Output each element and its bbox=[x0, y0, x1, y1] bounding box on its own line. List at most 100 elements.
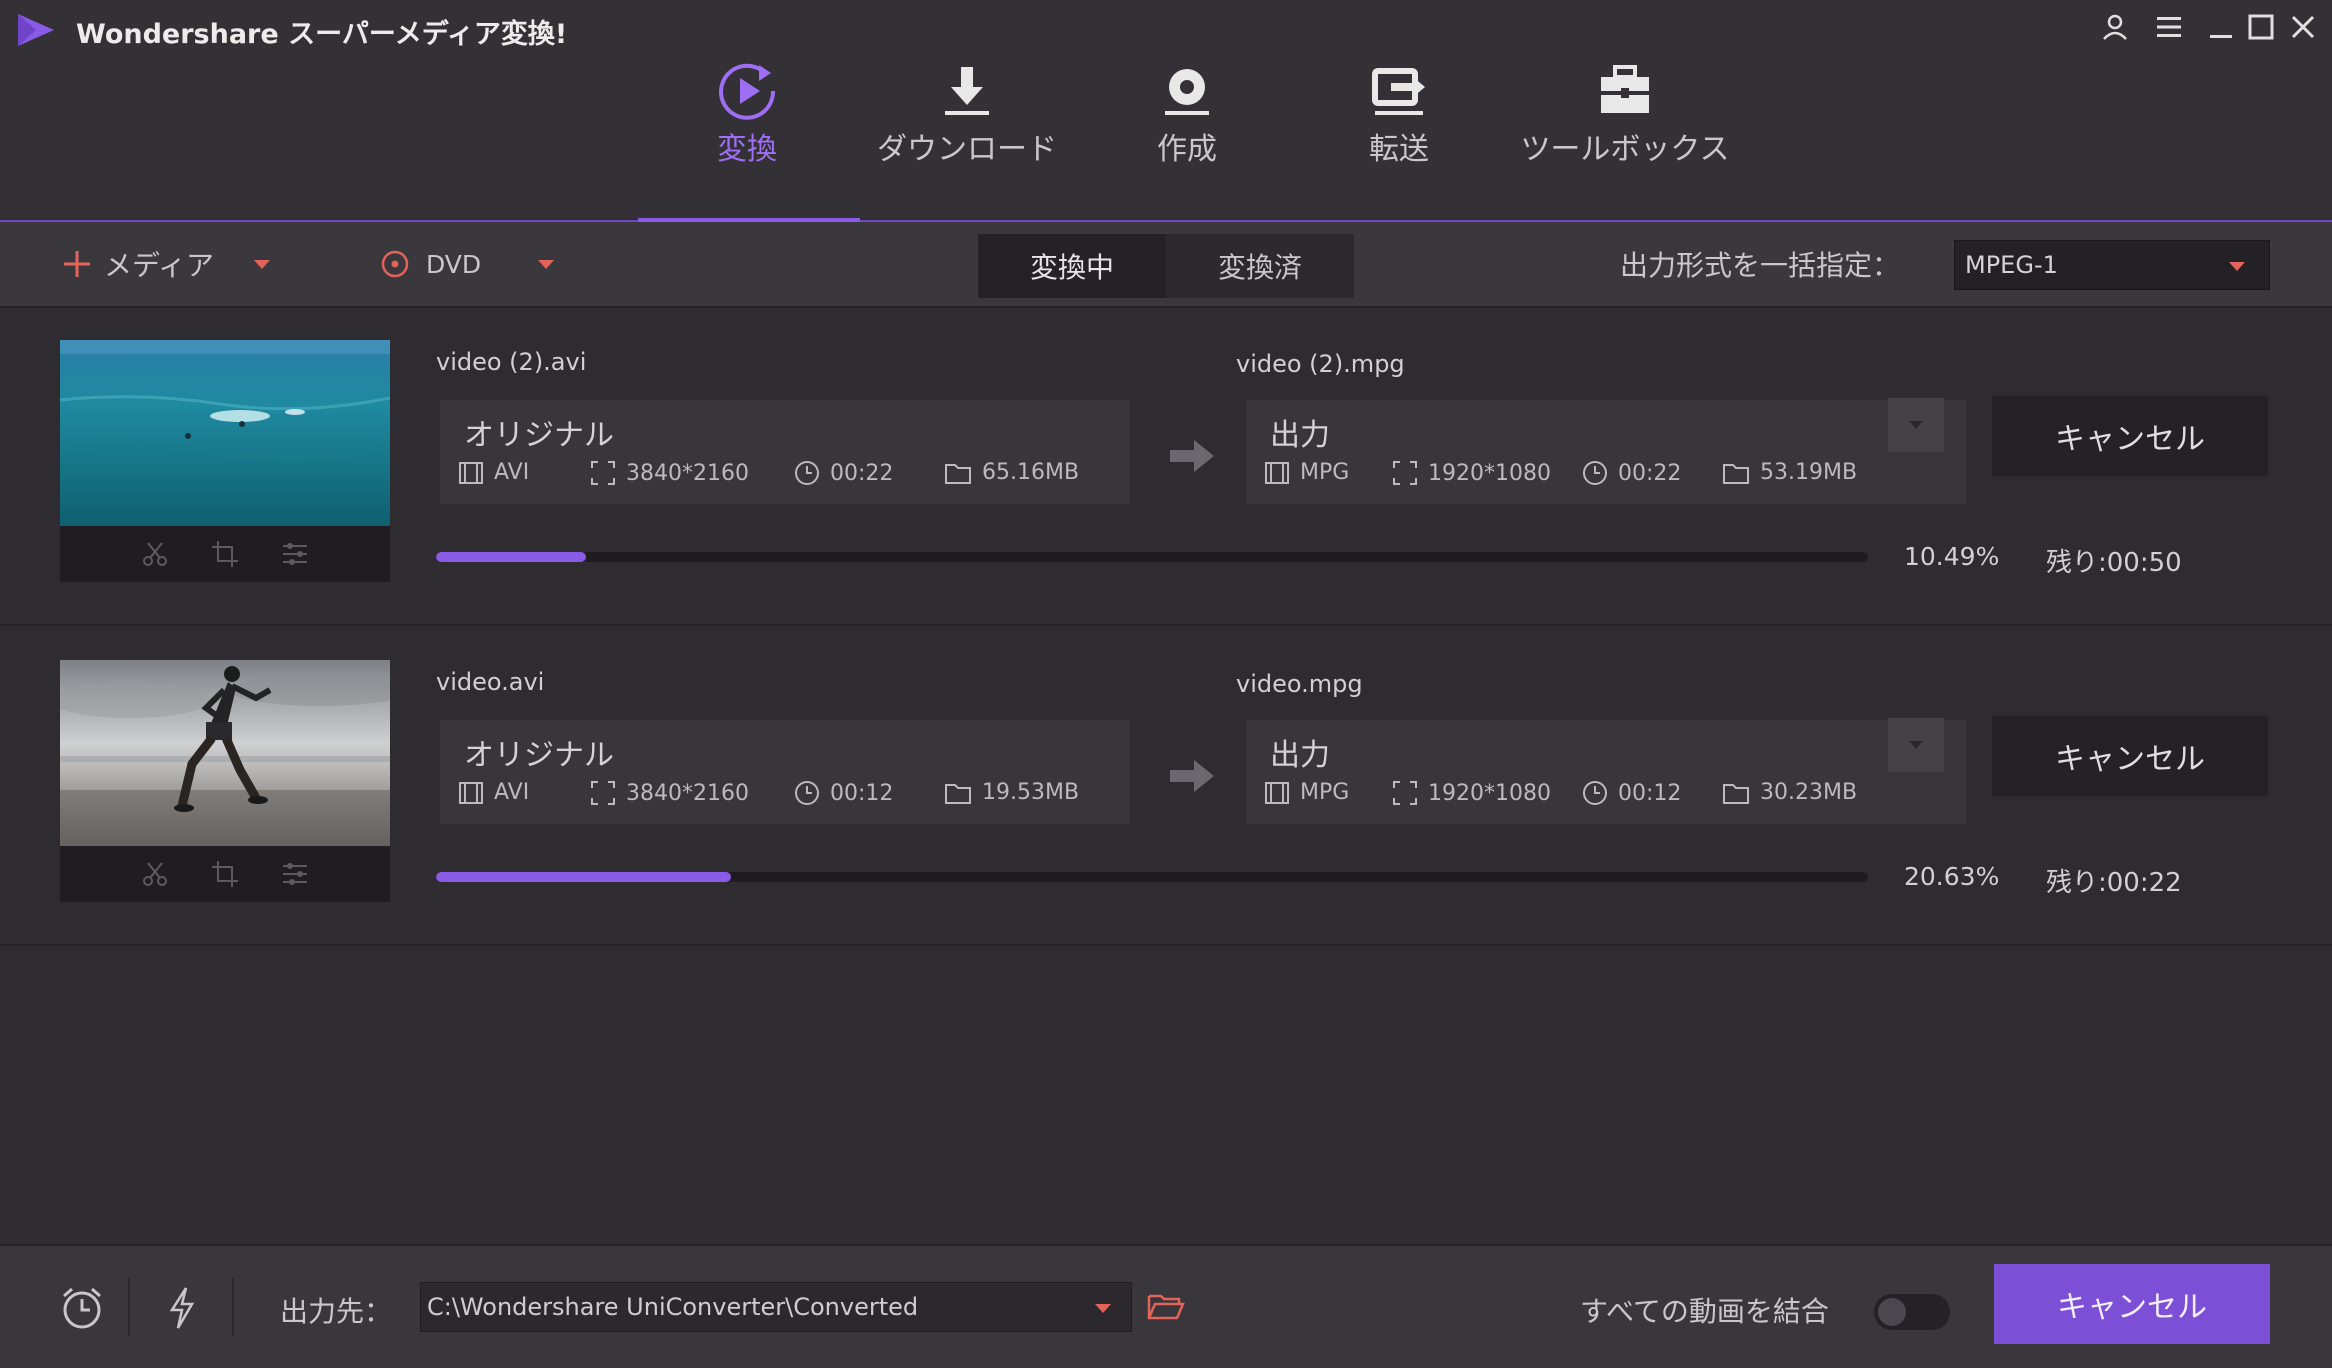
conversion-item: video.avi video.mpg オリジナル AVI 3840*2160 … bbox=[0, 626, 2332, 946]
account-icon[interactable] bbox=[2094, 6, 2136, 48]
effects-icon[interactable] bbox=[280, 539, 310, 569]
progress-percent: 20.63% bbox=[1904, 862, 2000, 891]
clock-icon bbox=[795, 781, 819, 805]
source-info: オリジナル AVI 3840*2160 00:22 65.16MB bbox=[440, 400, 1130, 504]
cancel-all-button[interactable]: キャンセル bbox=[1994, 1264, 2270, 1344]
video-thumbnail[interactable] bbox=[60, 340, 390, 526]
add-media-label: メディア bbox=[104, 249, 215, 282]
folder-icon bbox=[945, 783, 971, 804]
disc-icon bbox=[381, 250, 409, 278]
output-info-header: 出力 bbox=[1270, 738, 1330, 773]
output-path-field[interactable]: C:\Wondershare UniConverter\Converted bbox=[420, 1282, 1132, 1332]
trim-icon[interactable] bbox=[140, 539, 170, 569]
output-duration: 00:12 bbox=[1618, 780, 1682, 806]
progress-bar bbox=[436, 552, 1868, 562]
open-folder-icon[interactable] bbox=[1146, 1286, 1186, 1326]
output-path-value: C:\Wondershare UniConverter\Converted bbox=[427, 1293, 919, 1321]
film-icon bbox=[459, 461, 483, 484]
format-label-text: 出力形式を一括指定： bbox=[1620, 249, 1901, 282]
format-meta: MPG bbox=[1264, 780, 1349, 805]
maximize-icon[interactable] bbox=[2240, 6, 2282, 48]
progress-bar bbox=[436, 872, 1868, 882]
tab-converted[interactable]: 変換済 bbox=[1166, 234, 1354, 298]
tab-converting[interactable]: 変換中 bbox=[978, 234, 1166, 298]
output-resolution: 1920*1080 bbox=[1428, 460, 1551, 486]
progress-fill bbox=[436, 552, 587, 562]
cancel-button[interactable]: キャンセル bbox=[1992, 396, 2268, 476]
dvd-dropdown[interactable] bbox=[538, 222, 554, 306]
tab-transfer[interactable]: 転送 bbox=[1284, 58, 1514, 168]
source-size: 19.53MB bbox=[982, 780, 1080, 805]
minimize-icon[interactable] bbox=[2200, 6, 2242, 48]
app-title: Wondershare スーパーメディア変換! bbox=[76, 19, 568, 50]
schedule-icon[interactable] bbox=[58, 1284, 106, 1332]
add-media-dropdown[interactable] bbox=[254, 222, 270, 306]
status-segmented-control: 変換中 変換済 bbox=[978, 234, 1354, 298]
arrow-right-icon bbox=[1168, 436, 1216, 476]
convert-icon bbox=[715, 58, 779, 124]
clock-icon bbox=[1583, 461, 1607, 485]
high-speed-icon[interactable] bbox=[166, 1286, 198, 1330]
film-icon bbox=[1265, 461, 1289, 484]
format-meta: AVI bbox=[458, 460, 529, 485]
output-duration: 00:22 bbox=[1618, 460, 1682, 486]
progress-fill bbox=[436, 872, 732, 882]
cancel-button[interactable]: キャンセル bbox=[1992, 716, 2268, 796]
folder-icon bbox=[1723, 783, 1749, 804]
source-filename: video (2).avi bbox=[436, 348, 587, 376]
thumbnail-tools bbox=[60, 846, 390, 902]
folder-icon bbox=[945, 463, 971, 484]
effects-icon[interactable] bbox=[280, 859, 310, 889]
burn-icon bbox=[1159, 58, 1215, 124]
source-duration: 00:12 bbox=[830, 780, 894, 806]
dvd-button[interactable]: DVD bbox=[380, 222, 481, 306]
tab-download[interactable]: ダウンロード bbox=[852, 58, 1082, 168]
time-remaining: 残り:00:22 bbox=[2046, 868, 2182, 898]
plus-icon bbox=[64, 251, 90, 277]
conversion-item: video (2).avi video (2).mpg オリジナル AVI 38… bbox=[0, 306, 2332, 626]
video-thumbnail[interactable] bbox=[60, 660, 390, 846]
source-info: オリジナル AVI 3840*2160 00:12 19.53MB bbox=[440, 720, 1130, 824]
thumbnail-tools bbox=[60, 526, 390, 582]
merge-all-toggle[interactable] bbox=[1874, 1294, 1950, 1330]
chevron-down-icon bbox=[2229, 262, 2245, 271]
tab-label: 変換 bbox=[717, 132, 777, 167]
output-resolution: 1920*1080 bbox=[1428, 780, 1551, 806]
tab-label: 作成 bbox=[1157, 132, 1217, 167]
trim-icon[interactable] bbox=[140, 859, 170, 889]
add-media-button[interactable]: メディア bbox=[60, 222, 214, 306]
source-info-header: オリジナル bbox=[464, 418, 614, 453]
source-size: 65.16MB bbox=[982, 460, 1080, 485]
duration-meta: 00:22 bbox=[794, 460, 893, 486]
output-filename: video.mpg bbox=[1236, 670, 1363, 698]
time-remaining: 残り:00:50 bbox=[2046, 548, 2182, 578]
tab-convert[interactable]: 変換 bbox=[632, 58, 862, 168]
folder-icon bbox=[1723, 463, 1749, 484]
crop-icon[interactable] bbox=[210, 539, 240, 569]
menu-icon[interactable] bbox=[2148, 6, 2190, 48]
separator bbox=[232, 1278, 234, 1336]
arrow-right-icon bbox=[1168, 756, 1216, 796]
size-meta: 19.53MB bbox=[944, 780, 1079, 805]
output-size: 30.23MB bbox=[1760, 780, 1858, 805]
output-format: MPG bbox=[1300, 780, 1350, 805]
bottom-bar: 出力先： C:\Wondershare UniConverter\Convert… bbox=[0, 1244, 2332, 1368]
output-format-select[interactable]: MPEG-1 bbox=[1954, 240, 2270, 290]
toolbox-icon bbox=[1595, 58, 1655, 124]
tab-label: ダウンロード bbox=[877, 132, 1057, 167]
source-format: AVI bbox=[494, 460, 530, 485]
tab-toolbox[interactable]: ツールボックス bbox=[1510, 58, 1740, 168]
duration-meta: 00:12 bbox=[794, 780, 893, 806]
output-settings-dropdown[interactable] bbox=[1888, 398, 1944, 452]
tab-label: 転送 bbox=[1369, 132, 1429, 167]
crop-icon[interactable] bbox=[210, 859, 240, 889]
tab-burn[interactable]: 作成 bbox=[1072, 58, 1302, 168]
chevron-down-icon bbox=[1095, 1304, 1111, 1313]
duration-meta: 00:12 bbox=[1582, 780, 1681, 806]
source-duration: 00:22 bbox=[830, 460, 894, 486]
close-icon[interactable] bbox=[2282, 6, 2324, 48]
size-meta: 30.23MB bbox=[1722, 780, 1857, 805]
toggle-knob bbox=[1878, 1298, 1906, 1326]
resolution-meta: 1920*1080 bbox=[1392, 460, 1551, 486]
output-settings-dropdown[interactable] bbox=[1888, 718, 1944, 772]
